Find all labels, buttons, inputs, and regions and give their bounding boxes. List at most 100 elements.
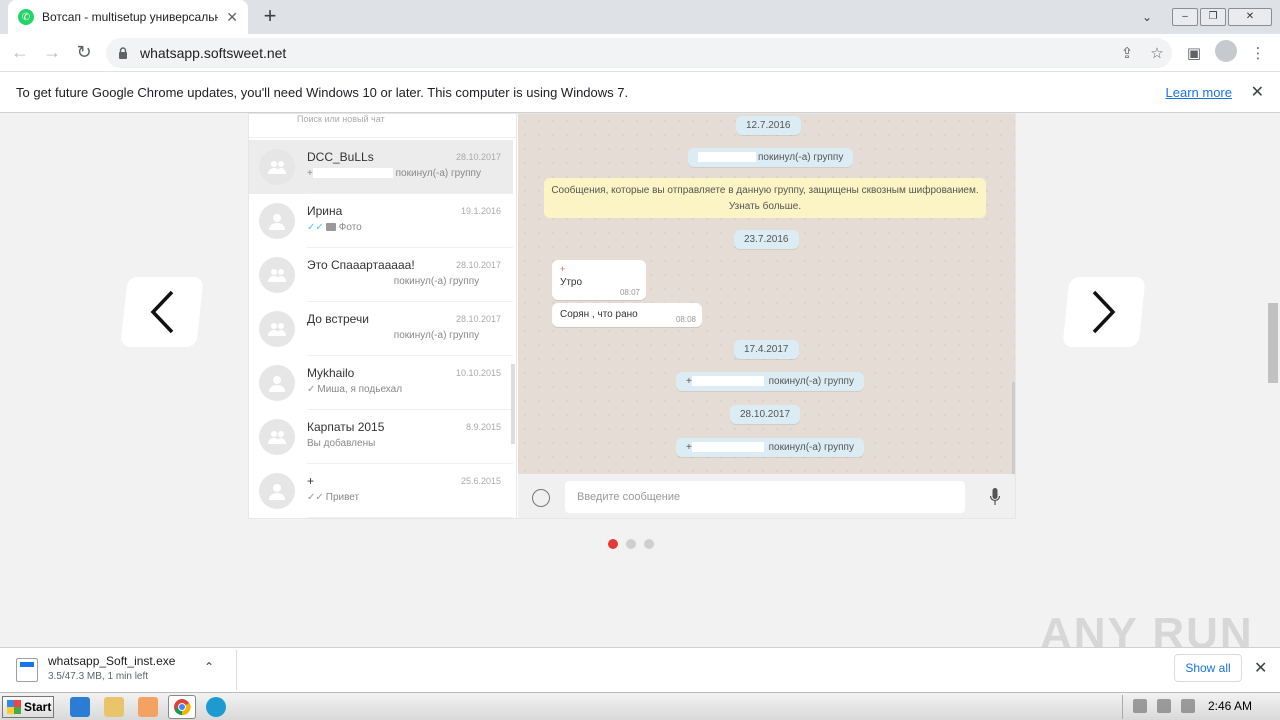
chrome-taskbar-button[interactable] [168, 695, 196, 719]
message-bubble: Сорян , что рано 08:08 [552, 303, 702, 327]
side-panel-icon[interactable]: ▣ [1178, 44, 1210, 62]
profile-button[interactable] [1210, 40, 1242, 66]
person-avatar-icon [259, 473, 295, 509]
infobar-message: To get future Google Chrome updates, you… [16, 84, 629, 100]
chat-preview: ✓ Миша, я подьехал [307, 384, 403, 395]
chat-preview: + покинул(-а) группу [307, 168, 481, 179]
clock[interactable]: 2:46 AM [1208, 699, 1252, 713]
edge-icon[interactable] [206, 697, 226, 717]
volume-icon[interactable] [1133, 699, 1147, 713]
chat-list-scrollbar [511, 364, 515, 444]
share-icon[interactable]: ⇪ [1112, 44, 1142, 62]
system-message: + покинул(-а) группу [676, 438, 864, 457]
browser-tab[interactable]: ✆ Вотсап - multisetup универсальный ✕ [8, 0, 248, 34]
chevron-up-icon[interactable]: ⌃ [204, 660, 214, 674]
check-icon: ✓ [307, 384, 316, 395]
date-divider: 28.10.2017 [730, 405, 801, 424]
date-divider: 17.4.2017 [734, 340, 799, 359]
system-message: покинул(-а) группу [688, 148, 854, 167]
chevron-left-icon [150, 290, 174, 334]
group-avatar-icon [259, 149, 295, 185]
carousel-next-button[interactable] [1062, 277, 1146, 347]
group-avatar-icon [259, 311, 295, 347]
lock-icon[interactable] [118, 47, 128, 59]
chat-date: 28.10.2017 [455, 314, 501, 324]
message-text: Утро [560, 277, 583, 288]
chat-name: Ирина [307, 204, 343, 218]
person-avatar-icon [259, 365, 295, 401]
chat-date: 28.10.2017 [455, 260, 501, 270]
chat-item: До встречи 28.10.2017 покинул(-а) группу [249, 302, 513, 356]
message-time: 08:08 [675, 315, 696, 324]
message-sender: + [560, 264, 566, 274]
message-time: 08:07 [619, 288, 640, 297]
chat-preview: покинул(-а) группу [307, 276, 479, 287]
close-window-button[interactable]: ✕ [1228, 8, 1272, 26]
system-tray [1122, 695, 1280, 719]
explorer-icon[interactable] [104, 697, 124, 717]
message-input: Введите сообщение [565, 481, 965, 513]
tab-close-icon[interactable]: ✕ [226, 9, 238, 26]
download-filename[interactable]: whatsapp_Soft_inst.exe [48, 654, 175, 668]
chrome-icon [174, 699, 191, 716]
bookmark-star-icon[interactable]: ☆ [1142, 44, 1172, 62]
avatar [1215, 40, 1237, 62]
chat-item: + 25.6.2015 ✓✓ Привет [249, 464, 513, 518]
anyrun-watermark: ANY RUN [1040, 609, 1254, 647]
chat-item: Ирина 19.1.2016 ✓✓ Фото [249, 194, 513, 248]
date-divider: 12.7.2016 [736, 116, 801, 135]
ie-icon[interactable] [70, 697, 90, 717]
url-text[interactable]: whatsapp.softsweet.net [140, 45, 1112, 61]
flag-icon[interactable] [1181, 699, 1195, 713]
restore-button[interactable]: ❐ [1200, 8, 1226, 26]
carousel-dot[interactable] [644, 539, 654, 549]
emoji-icon [532, 489, 550, 507]
chat-list: Поиск или новый чат DCC_BuLLs 28.10.2017… [249, 114, 517, 518]
chat-preview: ✓✓ Привет [307, 492, 360, 503]
whatsapp-screenshot: Поиск или новый чат DCC_BuLLs 28.10.2017… [248, 113, 1016, 519]
file-icon [16, 658, 38, 682]
windows-taskbar: Start 2:46 AM [0, 692, 1280, 720]
tab-strip: ✆ Вотсап - multisetup универсальный ✕ + … [0, 0, 1280, 34]
chat-name: Карпаты 2015 [307, 420, 385, 434]
double-check-icon: ✓✓ [307, 492, 324, 503]
download-status: 3.5/47.3 MB, 1 min left [48, 671, 149, 682]
learn-more-link[interactable]: Learn more [1166, 85, 1232, 100]
chat-name: Это Спааартааааа! [307, 258, 415, 272]
show-all-button[interactable]: Show all [1174, 654, 1242, 682]
address-bar[interactable]: whatsapp.softsweet.net ⇪ ☆ [106, 38, 1172, 68]
reload-button[interactable]: ↻ [68, 37, 100, 69]
double-check-icon: ✓✓ [307, 222, 324, 233]
tab-search-chevron-icon[interactable]: ⌄ [1142, 10, 1152, 24]
carousel-dot-active[interactable] [608, 539, 618, 549]
encryption-notice: Сообщения, которые вы отправляете в данн… [544, 178, 986, 218]
divider [236, 650, 237, 690]
conversation-scrollbar [1012, 382, 1015, 474]
minimize-button[interactable]: – [1172, 8, 1198, 26]
date-divider: 23.7.2016 [734, 230, 799, 249]
system-message: + покинул(-а) группу [676, 372, 864, 391]
chat-item: Mykhailo 10.10.2015 ✓ Миша, я подьехал [249, 356, 513, 410]
chevron-right-icon [1092, 290, 1116, 334]
windows-logo-icon [7, 700, 21, 714]
network-icon[interactable] [1157, 699, 1171, 713]
group-avatar-icon [259, 257, 295, 293]
carousel-prev-button[interactable] [120, 277, 204, 347]
back-button[interactable]: ← [4, 37, 36, 69]
camera-icon [325, 223, 336, 231]
chat-search-input: Поиск или новый чат [249, 114, 516, 138]
chat-name: До встречи [307, 312, 369, 326]
microphone-icon [989, 488, 1001, 506]
chat-date: 28.10.2017 [455, 152, 501, 162]
carousel-dot[interactable] [626, 539, 636, 549]
menu-kebab-icon[interactable]: ⋮ [1242, 44, 1274, 62]
chat-item: DCC_BuLLs 28.10.2017 + покинул(-а) групп… [249, 140, 513, 194]
shelf-close-icon[interactable]: ✕ [1254, 658, 1267, 678]
tab-title: Вотсап - multisetup универсальный [42, 10, 219, 24]
media-player-icon[interactable] [138, 697, 158, 717]
start-button[interactable]: Start [2, 696, 54, 718]
forward-button[interactable]: → [36, 37, 68, 69]
new-tab-button[interactable]: + [258, 4, 282, 28]
infobar-close-icon[interactable]: ✕ [1251, 82, 1264, 102]
page-scrollbar-thumb[interactable] [1268, 303, 1278, 383]
